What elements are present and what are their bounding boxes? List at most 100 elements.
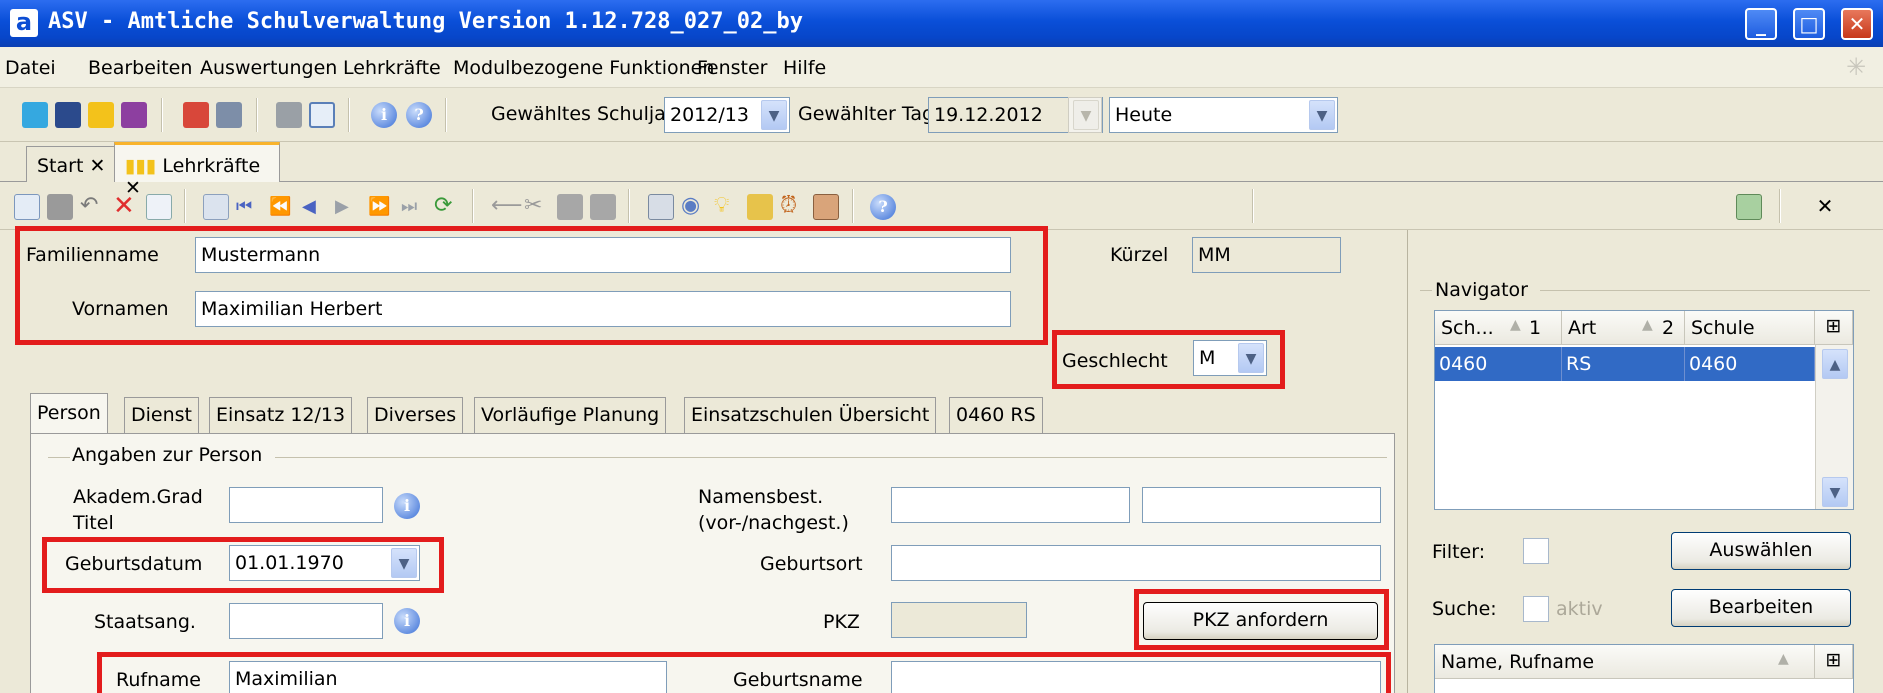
column-header-art[interactable]: Art ▲ 2 [1562,311,1685,345]
menu-bearbeiten[interactable]: Bearbeiten [88,57,192,79]
subtab-diverses[interactable]: Diverses [367,397,464,433]
fast-forward-icon[interactable]: ⏩ [368,194,394,220]
fieldset-line [48,457,70,458]
fast-back-icon[interactable]: ⏪ [269,194,295,220]
toolbar-separator [472,189,474,223]
copy-icon[interactable] [557,194,583,220]
suche-aktiv-checkbox[interactable] [1523,596,1549,622]
heute-select[interactable]: Heute ▼ [1109,97,1338,133]
new-record-icon[interactable] [14,194,40,220]
help-icon[interactable]: ? [870,194,896,220]
info-icon[interactable]: i [394,493,420,519]
geburtsort-input[interactable] [891,545,1381,581]
print-icon[interactable] [648,194,674,220]
maximize-button[interactable]: □ [1793,8,1825,40]
menu-lehrkraefte[interactable]: Lehrkräfte [343,57,441,79]
column-chooser-icon[interactable]: ⊞ [1815,311,1853,345]
menu-auswertungen[interactable]: Auswertungen [200,57,337,79]
book-icon[interactable] [183,102,209,128]
paste-icon[interactable] [590,194,616,220]
table-scrollbar[interactable]: ▲ ▼ [1815,345,1853,509]
window-icon[interactable] [309,102,335,128]
close-window-button[interactable]: ✕ [1841,8,1873,40]
unterricht-icon[interactable] [121,102,147,128]
schuljahr-select[interactable]: 2012/13 ▼ [664,97,790,133]
person-card-icon[interactable] [813,194,839,220]
save-icon[interactable] [47,194,73,220]
subtab-einsatzschulen[interactable]: Einsatzschulen Übersicht [684,397,937,433]
delete-icon[interactable]: ✕ [113,193,139,220]
tag-date-picker[interactable]: ▼ [1068,97,1102,133]
navigator-refresh-icon[interactable] [1736,194,1762,220]
close-panel-icon[interactable]: ✕ [1812,193,1838,219]
lehrkraefte-icon[interactable] [88,102,114,128]
chevron-down-icon[interactable]: ▼ [1073,100,1099,130]
alarm-clock-icon[interactable]: ⏰︎ [780,194,806,220]
list-icon[interactable] [203,194,229,220]
broom-icon[interactable] [747,194,773,220]
menu-modulbezogene-funktionen[interactable]: Modulbezogene Funktionen [453,57,714,79]
calculator-icon[interactable] [216,102,242,128]
akadem-input[interactable] [229,487,383,523]
lehrkraefte-icon: ▮▮▮ [125,155,157,177]
chevron-down-icon[interactable]: ▼ [761,100,787,130]
table-cell[interactable]: 0460 [1435,347,1562,381]
app-icon: a [10,9,38,37]
tab-lehrkraefte[interactable]: ▮▮▮ Lehrkräfte ✕ [114,142,280,199]
tag-label: Gewählter Tag [798,103,935,125]
highlight-geschlecht-box [1052,330,1285,389]
title-bar[interactable]: a ASV - Amtliche Schulverwaltung Version… [0,0,1883,47]
close-icon[interactable]: ✕ [89,155,105,177]
eye-icon[interactable]: ◉ [681,194,707,220]
column-header-schule[interactable]: Schule [1685,311,1815,345]
previous-record-icon[interactable]: ◀ [302,194,328,220]
first-record-icon[interactable]: ⏮ [236,194,262,220]
subtab-person[interactable]: Person [30,393,108,434]
chevron-down-icon[interactable]: ▼ [1309,100,1335,130]
column-header-name[interactable]: Name, Rufname ▲ [1435,645,1815,679]
cut-icon[interactable]: ✂ [524,194,550,220]
name-list-table[interactable]: Name, Rufname ▲ ⊞ [1434,644,1854,693]
refresh-icon[interactable]: ⟳ [434,194,460,220]
info-icon[interactable]: i [394,608,420,634]
tab-lehrkraefte-label: Lehrkräfte [162,155,261,177]
arrow-left-icon[interactable]: ⟵ [491,194,523,220]
puzzle-icon[interactable] [276,102,302,128]
table-cell[interactable]: 0460 [1685,347,1815,381]
auswaehlen-button[interactable]: Auswählen [1671,532,1851,570]
column-header-sch[interactable]: Sch... ▲ 1 [1435,311,1562,345]
menu-bar: Datei Bearbeiten Auswertungen Lehrkräfte… [0,47,1883,88]
tab-start[interactable]: Start ✕ [26,146,117,182]
busy-indicator-icon: ✳ [1846,53,1867,81]
subtab-einsatz[interactable]: Einsatz 12/13 [209,397,353,433]
filter-checkbox[interactable] [1523,538,1549,564]
form-icon[interactable] [146,194,172,220]
subtab-dienst[interactable]: Dienst [124,397,199,433]
klassen-icon[interactable] [55,102,81,128]
menu-datei[interactable]: Datei [5,57,56,79]
staatsang-input[interactable] [229,603,383,639]
column-chooser-icon[interactable]: ⊞ [1815,645,1853,679]
namensbest-vor-input[interactable] [891,487,1130,523]
lightbulb-icon[interactable]: 💡︎ [714,194,740,220]
scroll-up-icon[interactable]: ▲ [1822,349,1848,379]
schueler-icon[interactable] [22,102,48,128]
help-icon[interactable]: ? [406,102,432,128]
menu-fenster[interactable]: Fenster [697,57,767,79]
undo-icon[interactable]: ↶ [80,194,106,220]
info-icon[interactable]: i [371,102,397,128]
minimize-button[interactable]: _ [1745,8,1777,40]
scroll-down-icon[interactable]: ▼ [1822,477,1848,507]
next-record-icon[interactable]: ▶ [335,194,361,220]
sort-asc-icon: ▲ [1510,317,1521,333]
namensbest-nach-input[interactable] [1142,487,1381,523]
fieldset-line [1420,290,1432,291]
navigator-table[interactable]: Sch... ▲ 1 Art ▲ 2 Schule ⊞ 0460 RS 0460… [1434,310,1854,510]
staatsang-label: Staatsang. [94,611,196,633]
subtab-0460-rs[interactable]: 0460 RS [949,397,1043,433]
menu-hilfe[interactable]: Hilfe [783,57,826,79]
table-cell[interactable]: RS [1562,347,1685,381]
last-record-icon[interactable]: ⏭ [401,194,427,220]
subtab-vorlaeufige-planung[interactable]: Vorläufige Planung [474,397,667,433]
bearbeiten-button[interactable]: Bearbeiten [1671,589,1851,627]
